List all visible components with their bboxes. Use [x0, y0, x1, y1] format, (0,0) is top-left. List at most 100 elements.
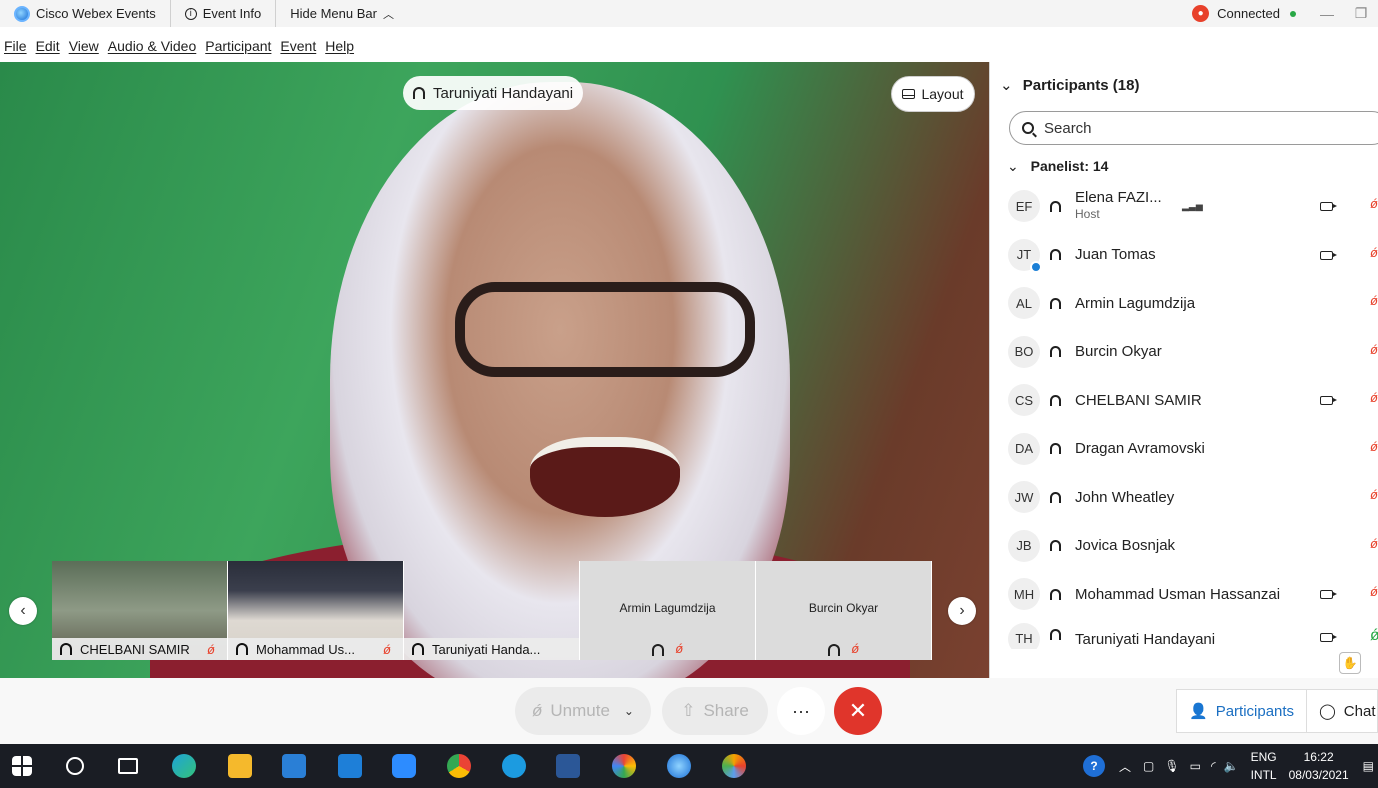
headset-icon [1050, 346, 1061, 358]
chevron-down-icon: ⌄ [1000, 77, 1013, 94]
participant-name: Juan Tomas [1075, 246, 1156, 264]
file-explorer-icon[interactable] [228, 754, 252, 778]
avatar: JT [1008, 238, 1042, 273]
mic-muted-icon[interactable]: ǿ [1370, 439, 1378, 454]
participant-row[interactable]: CS CHELBANI SAMIR ǿ [1008, 376, 1378, 425]
mic-on-icon[interactable]: ǿ [1370, 627, 1378, 645]
menu-audio-video[interactable]: Audio & Video [108, 38, 196, 54]
headset-icon [1050, 540, 1061, 552]
menu-participant[interactable]: Participant [205, 38, 271, 54]
windows-start-icon[interactable] [12, 756, 32, 776]
participant-row[interactable]: DA Dragan Avramovski ǿ [1008, 425, 1378, 474]
participant-row[interactable]: JT Juan Tomas ǿ [1008, 231, 1378, 280]
share-label: Share [703, 701, 749, 720]
participant-row[interactable]: EF Elena FAZI... Host ▂▃▅ ǿ [1008, 182, 1378, 231]
menu-file[interactable]: File [4, 38, 27, 54]
wifi-icon[interactable]: ◜ [1211, 759, 1216, 773]
mail-icon[interactable] [338, 754, 362, 778]
end-call-button[interactable]: ✕ [834, 687, 882, 735]
zoom-icon[interactable] [392, 754, 416, 778]
word-icon[interactable] [556, 754, 580, 778]
language-indicator[interactable]: ENG INTL [1251, 748, 1277, 784]
camera-icon[interactable] [1320, 250, 1337, 260]
restore-button[interactable]: ❐ [1344, 5, 1378, 22]
participant-row[interactable]: JB Jovica Bosnjak ǿ [1008, 522, 1378, 571]
webex-taskbar-icon[interactable] [667, 754, 691, 778]
mic-muted-icon: ǿ [207, 641, 215, 657]
participants-header[interactable]: ⌄ Participants (18) [1000, 76, 1139, 94]
edge-icon[interactable] [172, 754, 196, 778]
mic-muted-icon[interactable]: ǿ [1370, 487, 1378, 502]
headset-icon [1050, 491, 1061, 503]
previous-thumbnails-button[interactable]: ‹ [9, 597, 37, 625]
chrome-icon[interactable] [447, 754, 471, 778]
cloud-app-icon[interactable] [502, 754, 526, 778]
avatar-initials: JB [1016, 538, 1032, 554]
chevron-up-icon[interactable]: ︿ [1119, 758, 1131, 775]
thumbnail-tile[interactable]: CHELBANI SAMIR ǿ [52, 561, 228, 660]
chevron-down-icon[interactable]: ⌄ [624, 704, 634, 718]
next-thumbnails-button[interactable]: › [948, 597, 976, 625]
help-icon[interactable]: ? [1083, 755, 1106, 777]
search-icon [1022, 122, 1034, 134]
camera-icon[interactable] [1320, 632, 1337, 642]
mic-muted-icon[interactable]: ǿ [1370, 342, 1378, 357]
menu-view[interactable]: View [69, 38, 99, 54]
chrome-profile-icon[interactable] [612, 754, 636, 778]
store-icon[interactable] [282, 754, 306, 778]
device-icon[interactable]: ▢ [1143, 759, 1154, 773]
participant-name: Armin Lagumdzija [1075, 294, 1196, 312]
chat-tab[interactable]: ◯ Chat [1306, 689, 1378, 733]
menu-event[interactable]: Event [280, 38, 316, 54]
camera-icon[interactable] [1320, 590, 1337, 599]
paint-icon[interactable] [722, 754, 746, 778]
mic-muted-icon[interactable]: ǿ [1370, 293, 1378, 308]
participant-name: Burcin Okyar [1075, 343, 1162, 361]
participant-row[interactable]: MH Mohammad Usman Hassanzai ǿ [1008, 570, 1378, 619]
microphone-icon[interactable]: 🎙 [1164, 759, 1179, 773]
share-button[interactable]: ⇧ Share [662, 687, 768, 735]
notifications-icon[interactable]: ▤ [1363, 759, 1374, 773]
thumbnail-tile[interactable]: Taruniyati Handa... [404, 561, 580, 660]
participant-row[interactable]: BO Burcin Okyar ǿ [1008, 328, 1378, 377]
thumbnail-tile[interactable]: Armin Lagumdzija ǿ [580, 561, 756, 660]
avatar-initials: EF [1015, 198, 1033, 214]
minimize-button[interactable]: — [1310, 6, 1344, 22]
camera-icon[interactable] [1320, 202, 1337, 211]
camera-icon[interactable] [1320, 396, 1337, 405]
thumbnail-tile[interactable]: Burcin Okyar ǿ [756, 561, 932, 660]
mic-muted-icon[interactable]: ǿ [1370, 196, 1378, 211]
search-icon[interactable] [66, 757, 84, 775]
layout-label: Layout [921, 86, 964, 102]
clock[interactable]: 16:22 08/03/2021 [1289, 748, 1349, 784]
participant-name: Elena FAZI... [1075, 189, 1162, 207]
participant-name: CHELBANI SAMIR [1075, 391, 1202, 409]
volume-icon[interactable]: 🔈 [1224, 759, 1239, 773]
mic-muted-icon[interactable]: ǿ [1370, 390, 1378, 405]
more-options-button[interactable]: ··· [777, 687, 825, 735]
event-info-button[interactable]: i Event Info [171, 0, 277, 27]
participant-row[interactable]: TH Taruniyati Handayani ǿ [1008, 619, 1378, 649]
unmute-button[interactable]: ǿ Unmute ⌄ [515, 687, 651, 735]
hide-menu-bar-button[interactable]: Hide Menu Bar ︿ [276, 0, 408, 27]
menu-edit[interactable]: Edit [36, 38, 60, 54]
avatar-initials: JT [1016, 247, 1032, 263]
participant-name: Jovica Bosnjak [1075, 537, 1176, 555]
mic-muted-icon[interactable]: ǿ [1370, 245, 1378, 260]
participant-search-input[interactable]: Search [1009, 111, 1378, 145]
participants-tab[interactable]: 👤 Participants [1176, 689, 1307, 733]
status-icon[interactable]: ● [1192, 5, 1210, 22]
participant-row[interactable]: JW John Wheatley ǿ [1008, 473, 1378, 522]
battery-icon[interactable]: ▭ [1190, 759, 1201, 773]
avatar: JB [1008, 529, 1040, 562]
mic-muted-icon[interactable]: ǿ [1370, 536, 1378, 551]
mic-muted-icon[interactable]: ǿ [1370, 584, 1378, 599]
layout-button[interactable]: Layout [891, 76, 975, 112]
participant-row[interactable]: AL Armin Lagumdzija ǿ [1008, 279, 1378, 328]
avatar: EF [1008, 190, 1040, 223]
raise-hand-button[interactable]: ✋ [1339, 652, 1361, 674]
panelist-group-header[interactable]: ⌄ Panelist: 14 [1007, 158, 1108, 175]
thumbnail-tile[interactable]: Mohammad Us... ǿ [228, 561, 404, 660]
menu-help[interactable]: Help [325, 38, 354, 54]
task-view-icon[interactable] [118, 758, 138, 774]
